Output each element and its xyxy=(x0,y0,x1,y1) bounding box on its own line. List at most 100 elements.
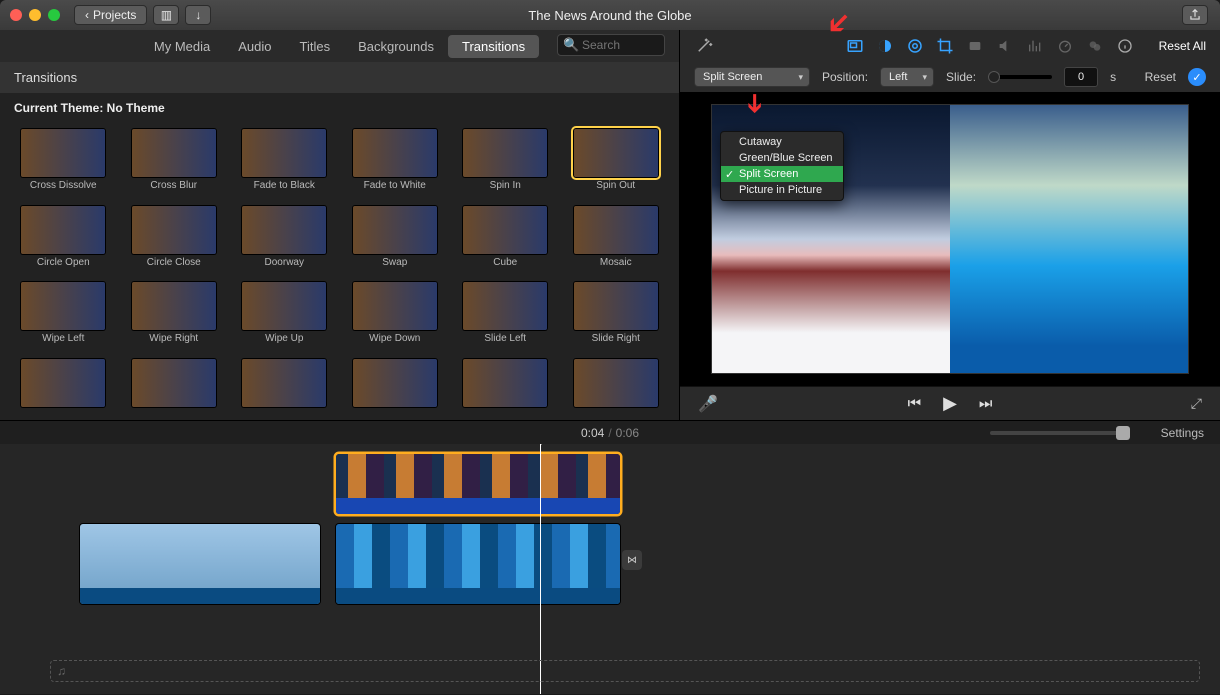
transition-item[interactable]: Circle Close xyxy=(123,206,226,273)
voiceover-icon[interactable]: 🎤 xyxy=(698,394,718,414)
apply-check-icon[interactable]: ✓ xyxy=(1188,68,1206,86)
tab-backgrounds[interactable]: Backgrounds xyxy=(344,35,448,58)
transition-item[interactable] xyxy=(565,359,668,415)
transition-item[interactable]: Slide Right xyxy=(565,282,668,349)
filter-icon[interactable] xyxy=(1085,36,1105,56)
transition-thumb[interactable] xyxy=(574,282,658,330)
overlay-dropdown-item[interactable]: Cutaway xyxy=(721,134,843,150)
overlay-controls: Split Screen Position: Left Slide: s Res… xyxy=(680,62,1220,92)
timeline[interactable]: ⋈ ♫ xyxy=(0,444,1220,694)
transition-thumb[interactable] xyxy=(242,282,326,330)
transition-item[interactable]: Slide Left xyxy=(454,282,557,349)
transition-thumb[interactable] xyxy=(353,206,437,254)
equalizer-icon[interactable] xyxy=(1025,36,1045,56)
overlay-icon[interactable] xyxy=(845,36,865,56)
play-button[interactable]: ▶ xyxy=(943,393,957,414)
tab-transitions[interactable]: Transitions xyxy=(448,35,539,58)
minimize-window-button[interactable] xyxy=(29,9,41,21)
magic-wand-icon[interactable] xyxy=(694,36,714,56)
overlay-dropdown-item[interactable]: Picture in Picture xyxy=(721,182,843,198)
transition-item[interactable] xyxy=(454,359,557,415)
slide-duration-input[interactable] xyxy=(1064,67,1098,87)
volume-icon[interactable] xyxy=(995,36,1015,56)
transition-thumb[interactable] xyxy=(353,282,437,330)
zoom-window-button[interactable] xyxy=(48,9,60,21)
playhead[interactable] xyxy=(540,444,541,694)
transition-thumb[interactable] xyxy=(21,129,105,177)
transition-thumb[interactable] xyxy=(242,206,326,254)
clip-world-map[interactable] xyxy=(80,524,320,604)
overlay-type-dropdown[interactable]: CutawayGreen/Blue ScreenSplit ScreenPict… xyxy=(720,131,844,201)
info-icon[interactable] xyxy=(1115,36,1135,56)
fullscreen-icon[interactable]: ⤢ xyxy=(1191,395,1202,412)
timeline-zoom-slider[interactable] xyxy=(990,431,1130,435)
tab-audio[interactable]: Audio xyxy=(224,35,285,58)
color-balance-icon[interactable] xyxy=(875,36,895,56)
stabilize-icon[interactable] xyxy=(965,36,985,56)
transition-thumb[interactable] xyxy=(463,282,547,330)
next-frame-button[interactable]: ⏭ xyxy=(979,395,993,412)
transition-item[interactable]: Circle Open xyxy=(12,206,115,273)
transition-item[interactable] xyxy=(233,359,336,415)
transition-marker-icon[interactable]: ⋈ xyxy=(622,550,642,570)
overlay-dropdown-item[interactable]: Green/Blue Screen xyxy=(721,150,843,166)
timeline-settings-button[interactable]: Settings xyxy=(1161,426,1204,440)
position-select[interactable]: Left xyxy=(880,67,934,87)
transition-item[interactable] xyxy=(344,359,447,415)
overlay-type-select[interactable]: Split Screen xyxy=(694,67,810,87)
share-button[interactable] xyxy=(1182,5,1208,25)
transition-thumb[interactable] xyxy=(242,359,326,407)
transition-thumb[interactable] xyxy=(353,129,437,177)
transition-thumb[interactable] xyxy=(21,206,105,254)
transition-item[interactable]: Cube xyxy=(454,206,557,273)
transition-thumb[interactable] xyxy=(463,359,547,407)
reset-all-button[interactable]: Reset All xyxy=(1159,39,1206,53)
tab-titles[interactable]: Titles xyxy=(286,35,345,58)
transition-item[interactable]: Wipe Right xyxy=(123,282,226,349)
tab-my-media[interactable]: My Media xyxy=(140,35,224,58)
transition-thumb[interactable] xyxy=(574,129,658,177)
transition-item[interactable]: Wipe Down xyxy=(344,282,447,349)
transition-thumb[interactable] xyxy=(132,282,216,330)
library-search[interactable]: 🔍 xyxy=(557,34,665,56)
transition-item[interactable] xyxy=(123,359,226,415)
overlay-dropdown-item[interactable]: Split Screen xyxy=(721,166,843,182)
transition-item[interactable]: Cross Dissolve xyxy=(12,129,115,196)
transition-item[interactable]: Cross Blur xyxy=(123,129,226,196)
transition-label: Cross Blur xyxy=(123,180,226,191)
transition-item[interactable]: Mosaic xyxy=(565,206,668,273)
speed-icon[interactable] xyxy=(1055,36,1075,56)
transition-item[interactable] xyxy=(12,359,115,415)
transition-thumb[interactable] xyxy=(463,129,547,177)
transition-item[interactable]: Wipe Up xyxy=(233,282,336,349)
back-to-projects-button[interactable]: ‹Projects xyxy=(74,5,147,25)
color-correction-icon[interactable] xyxy=(905,36,925,56)
clip-waterfall[interactable] xyxy=(336,524,620,604)
transition-thumb[interactable] xyxy=(21,359,105,407)
import-button[interactable]: ↓ xyxy=(185,5,211,25)
transition-item[interactable]: Swap xyxy=(344,206,447,273)
crop-icon[interactable] xyxy=(935,36,955,56)
transition-item[interactable]: Fade to White xyxy=(344,129,447,196)
prev-frame-button[interactable]: ⏮ xyxy=(908,395,922,412)
transition-item[interactable]: Wipe Left xyxy=(12,282,115,349)
transition-item[interactable]: Spin Out xyxy=(565,129,668,196)
transition-item[interactable]: Spin In xyxy=(454,129,557,196)
clip-overlay-aurora[interactable] xyxy=(336,454,620,514)
transition-thumb[interactable] xyxy=(132,359,216,407)
transition-thumb[interactable] xyxy=(574,206,658,254)
close-window-button[interactable] xyxy=(10,9,22,21)
transition-thumb[interactable] xyxy=(132,129,216,177)
transition-thumb[interactable] xyxy=(132,206,216,254)
slide-duration-slider[interactable] xyxy=(988,75,1052,79)
transition-thumb[interactable] xyxy=(463,206,547,254)
transition-thumb[interactable] xyxy=(21,282,105,330)
reset-overlay-button[interactable]: Reset xyxy=(1145,70,1176,84)
transition-thumb[interactable] xyxy=(574,359,658,407)
transition-thumb[interactable] xyxy=(353,359,437,407)
library-toggle-button[interactable]: ▥ xyxy=(153,5,179,25)
audio-track-placeholder[interactable]: ♫ xyxy=(50,660,1200,682)
transition-item[interactable]: Doorway xyxy=(233,206,336,273)
transition-item[interactable]: Fade to Black xyxy=(233,129,336,196)
transition-thumb[interactable] xyxy=(242,129,326,177)
